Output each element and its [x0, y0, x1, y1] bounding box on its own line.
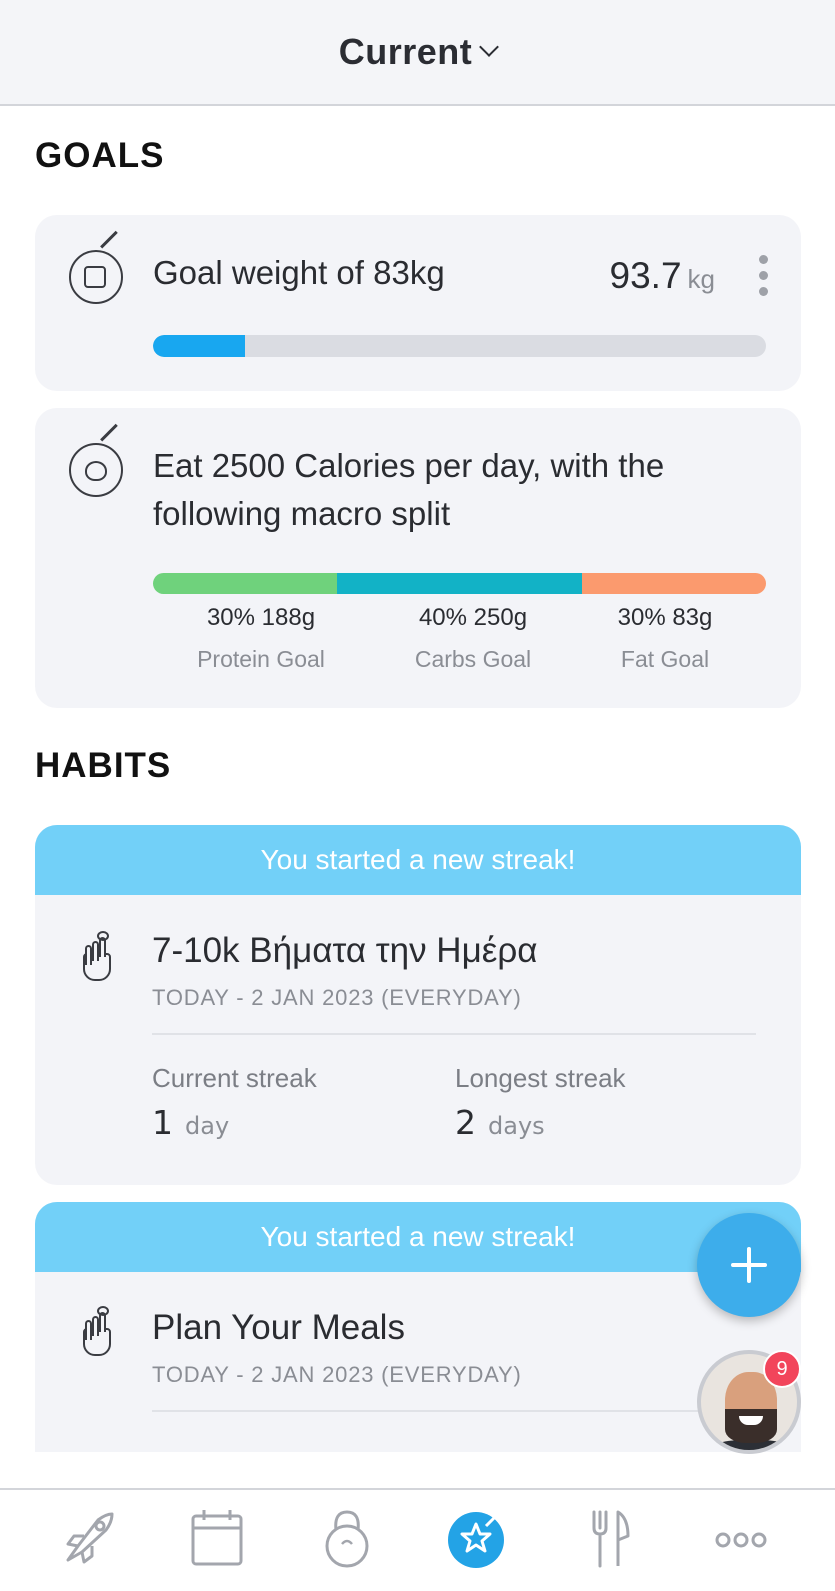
divider — [152, 1033, 756, 1035]
habit-card[interactable]: You started a new streak! 7-10k Βήματα τ… — [35, 825, 801, 1185]
weight-goal-card[interactable]: Goal weight of 83kg 93.7 kg — [35, 215, 801, 391]
habit-schedule: TODAY - 2 JAN 2023 (EVERYDAY) — [152, 985, 522, 1010]
macro-segment-1 — [336, 573, 583, 594]
longest-streak: 2 days — [455, 1103, 545, 1142]
goals-heading: GOALS — [35, 136, 165, 175]
rocket-icon — [66, 1512, 114, 1564]
tab-rocket[interactable] — [54, 1506, 124, 1572]
fat-amount: 30% 83g — [617, 604, 713, 631]
macro-split-bar — [153, 573, 766, 594]
calorie-goal-line1: Eat 2500 Calories per day, with the — [153, 447, 665, 484]
period-selector-label[interactable]: Current — [339, 31, 473, 73]
top-bar: Current — [0, 0, 835, 106]
kettlebell-icon — [325, 1510, 369, 1568]
protein-macro: 30% 188g Protein Goal — [161, 604, 361, 673]
fat-macro: 30% 83g Fat Goal — [565, 604, 765, 673]
habit-title: 7-10k Βήματα την Ημέρα — [152, 931, 538, 970]
goal-target-icon — [69, 230, 123, 304]
divider — [152, 1410, 756, 1412]
bottom-tab-bar — [0, 1488, 835, 1591]
finger-reminder-icon — [79, 931, 115, 983]
tab-nutrition[interactable] — [574, 1506, 644, 1572]
current-weight-unit: kg — [687, 264, 715, 294]
more-options-icon[interactable] — [759, 255, 769, 303]
current-weight: 93.7 kg — [610, 255, 715, 297]
carbs-label: Carbs Goal — [414, 646, 532, 672]
carbs-macro: 40% 250g Carbs Goal — [373, 604, 573, 673]
current-weight-value: 93.7 — [609, 255, 682, 296]
carbs-amount: 40% 250g — [418, 604, 528, 631]
calendar-icon — [191, 1510, 243, 1566]
current-streak-label: Current streak — [152, 1063, 317, 1093]
longest-streak-value: 2 — [455, 1103, 476, 1142]
fork-knife-icon — [592, 1510, 630, 1568]
tab-more[interactable] — [706, 1506, 776, 1572]
habits-heading: HABITS — [35, 746, 172, 785]
unread-badge: 9 — [763, 1350, 801, 1388]
calorie-goal-text: Eat 2500 Calories per day, with the foll… — [153, 442, 664, 538]
calorie-goal-card[interactable]: Eat 2500 Calories per day, with the foll… — [35, 408, 801, 708]
streak-banner: You started a new streak! — [35, 1202, 801, 1272]
habit-schedule: TODAY - 2 JAN 2023 (EVERYDAY) — [152, 1362, 522, 1387]
longest-streak-unit: days — [488, 1112, 545, 1140]
more-dots-icon — [715, 1532, 767, 1548]
protein-label: Protein Goal — [197, 646, 325, 672]
protein-amount: 30% 188g — [206, 604, 316, 631]
weight-progress-bar — [153, 335, 766, 357]
chevron-down-icon[interactable] — [479, 37, 500, 57]
weight-goal-text: Goal weight of 83kg — [153, 254, 445, 291]
current-streak: 1 day — [152, 1103, 229, 1142]
add-button[interactable] — [697, 1213, 801, 1317]
habit-card[interactable]: You started a new streak! Plan Your Meal… — [35, 1202, 801, 1452]
tab-workouts[interactable] — [312, 1506, 382, 1572]
weight-progress-fill — [153, 335, 245, 357]
calorie-goal-line2: following macro split — [153, 495, 451, 532]
goals-star-icon — [460, 1512, 500, 1553]
current-streak-value: 1 — [152, 1103, 173, 1142]
tab-goals[interactable] — [442, 1506, 512, 1572]
macro-segment-2 — [582, 573, 766, 594]
tab-calendar[interactable] — [182, 1506, 252, 1572]
fat-label: Fat Goal — [620, 646, 710, 672]
longest-streak-label: Longest streak — [455, 1063, 626, 1093]
apple-target-icon — [69, 423, 123, 497]
macro-segment-0 — [153, 573, 337, 594]
habit-title: Plan Your Meals — [152, 1308, 405, 1347]
current-streak-unit: day — [185, 1112, 230, 1140]
finger-reminder-icon — [79, 1306, 115, 1358]
streak-banner: You started a new streak! — [35, 825, 801, 895]
